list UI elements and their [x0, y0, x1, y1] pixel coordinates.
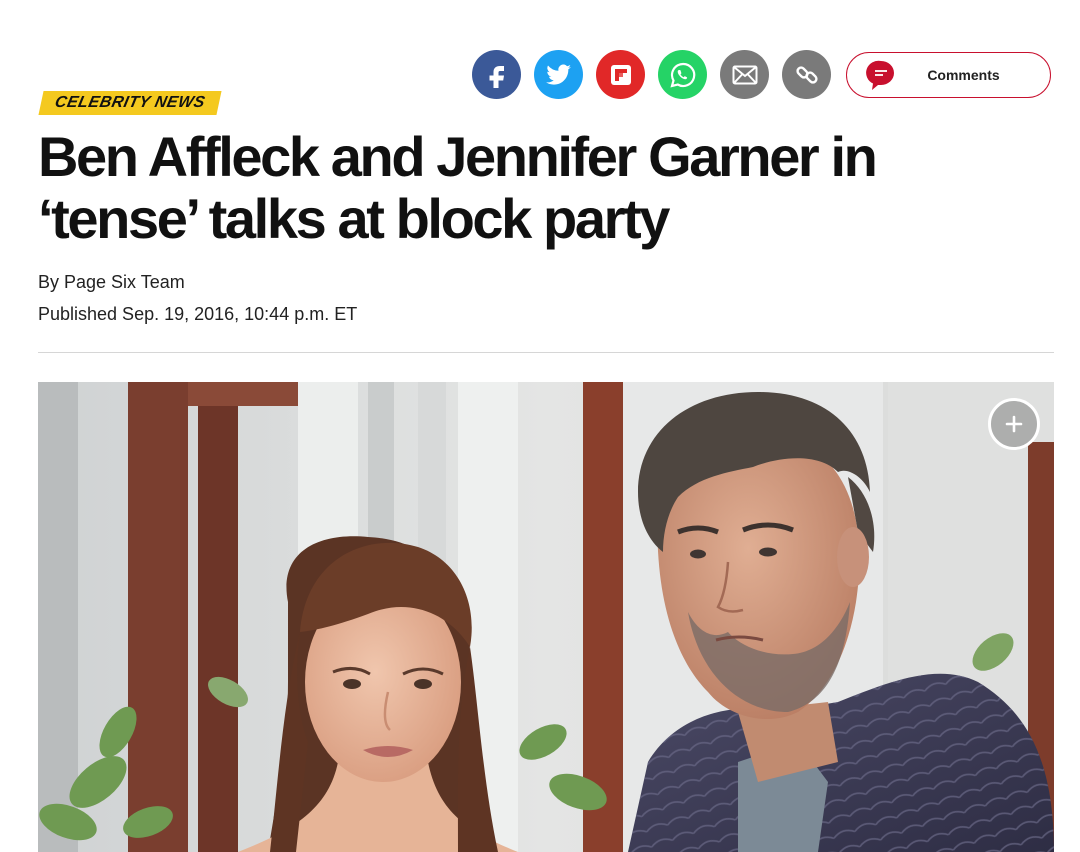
photo-illustration	[38, 382, 1054, 852]
category-tag[interactable]: CELEBRITY NEWS	[38, 91, 222, 115]
article-photo	[38, 382, 1054, 852]
envelope-icon	[732, 65, 757, 84]
facebook-icon	[489, 65, 504, 88]
plus-icon	[1005, 415, 1023, 433]
link-icon	[795, 65, 818, 84]
twitter-icon	[545, 63, 571, 85]
copy-link-button[interactable]	[782, 50, 831, 99]
facebook-share-button[interactable]	[472, 50, 521, 99]
share-bar: Comments	[472, 50, 1051, 99]
byline-prefix: By	[38, 272, 65, 292]
published-date: Published Sep. 19, 2016, 10:44 p.m. ET	[38, 304, 358, 324]
article-headline: Ben Affleck and Jennifer Garner in ‘tens…	[38, 125, 878, 250]
whatsapp-icon	[669, 62, 695, 88]
category-label: CELEBRITY NEWS	[53, 94, 207, 111]
author-link[interactable]: Page Six Team	[64, 272, 185, 292]
comments-label: Comments	[927, 66, 1000, 83]
twitter-share-button[interactable]	[534, 50, 583, 99]
whatsapp-share-button[interactable]	[658, 50, 707, 99]
divider	[38, 352, 1054, 353]
byline: By Page Six Team	[38, 272, 185, 293]
email-share-button[interactable]	[720, 50, 769, 99]
expand-photo-button[interactable]	[988, 398, 1040, 450]
comments-button[interactable]: Comments	[846, 51, 1051, 98]
comment-bubble-icon	[865, 59, 897, 91]
flipboard-icon	[610, 64, 631, 85]
flipboard-share-button[interactable]	[596, 50, 645, 99]
